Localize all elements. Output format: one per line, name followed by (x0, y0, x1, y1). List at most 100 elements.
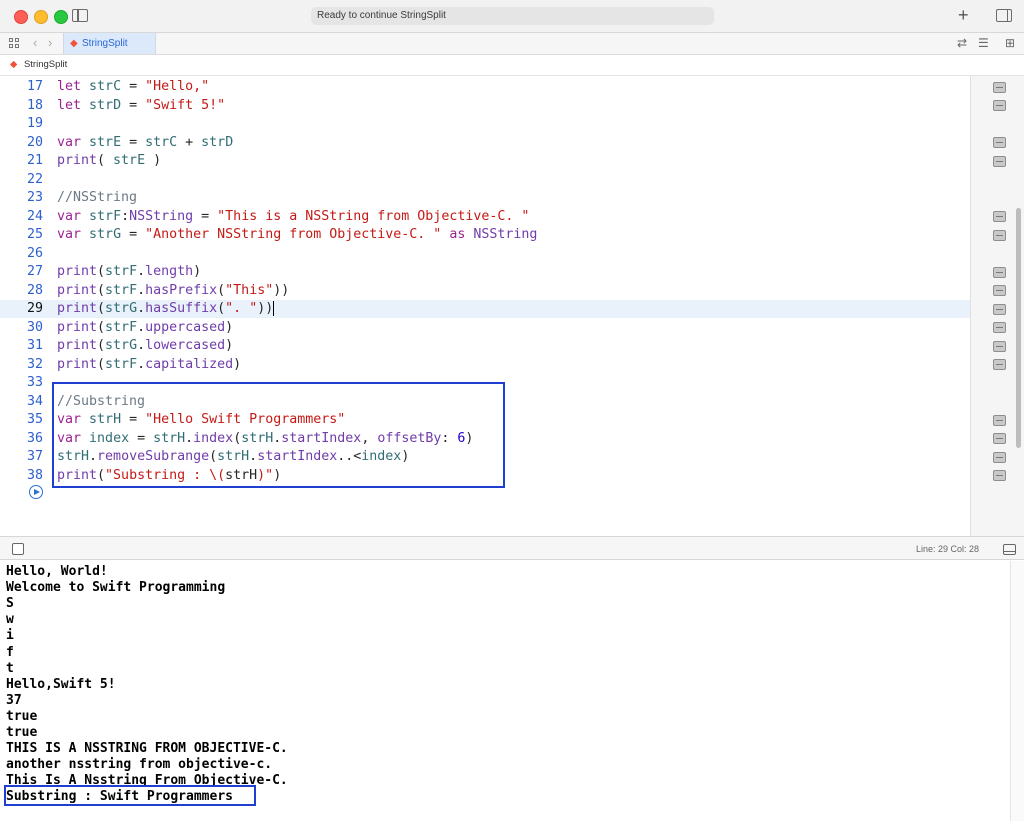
console-line: true (6, 725, 38, 740)
console-line: w (6, 612, 14, 628)
code-line[interactable]: 22 (0, 171, 970, 189)
code-line[interactable]: 24 var strF:NSString = "This is a NSStrin… (0, 208, 970, 226)
add-icon[interactable]: + (958, 5, 969, 25)
line-number: 28 (26, 282, 43, 298)
split-editor-icon[interactable]: ⊞ (1005, 36, 1015, 50)
code-text: print(strG.hasSuffix(". ")) (57, 300, 275, 316)
console-line: i (6, 628, 14, 644)
swift-icon: ◆ (70, 38, 78, 49)
show-result-button[interactable] (993, 285, 1006, 296)
console-line: another nsstring from objective-c. (6, 757, 273, 773)
console-line: true (6, 708, 38, 724)
code-text: var strF:NSString = "This is a NSString … (57, 208, 530, 224)
code-text: print(strF.capitalized) (57, 356, 242, 372)
tab-label: StringSplit (82, 38, 128, 49)
related-items-icon[interactable] (9, 38, 19, 48)
inspector-toggle-icon[interactable] (996, 9, 1012, 22)
line-number: 17 (26, 79, 43, 94)
debug-bar: Line: 29 Col: 28 (0, 536, 1024, 560)
code-editor[interactable]: 17 let strC = "Hello," 18 let strD = "Swift… (0, 76, 1024, 536)
breadcrumb[interactable]: StringSplit (24, 59, 67, 70)
show-result-button[interactable] (993, 322, 1006, 333)
show-result-button[interactable] (993, 340, 1006, 352)
line-number: 22 (26, 171, 43, 187)
show-result-button[interactable] (993, 414, 1006, 426)
line-number: 34 (26, 393, 43, 409)
console-line: THIS IS A NSSTRING FROM OBJECTIVE-C. (6, 741, 288, 757)
show-result-button[interactable] (993, 266, 1006, 278)
text-cursor (273, 300, 275, 316)
line-number: 29 (26, 301, 43, 316)
back-arrow-icon[interactable]: ‹ (33, 35, 37, 50)
editor-options-icon[interactable]: ☰ (978, 36, 989, 50)
line-number: 18 (26, 97, 43, 113)
show-result-button[interactable] (993, 359, 1006, 370)
code-line[interactable]: 27 print(strF.length) (0, 263, 970, 281)
line-number: 30 (26, 319, 43, 335)
code-line[interactable]: 18 let strD = "Swift 5!" (0, 97, 970, 115)
show-result-button[interactable] (993, 303, 1006, 315)
run-playground-icon[interactable] (29, 485, 43, 499)
console-line: t (6, 660, 14, 676)
show-result-button[interactable] (993, 100, 1006, 111)
code-text: print(strF.length) (57, 264, 202, 279)
show-result-button[interactable] (993, 137, 1006, 148)
code-text: var strG = "Another NSString from Object… (57, 227, 538, 242)
show-result-button[interactable] (993, 229, 1006, 241)
line-number: 23 (26, 190, 43, 205)
tab-bar: ‹ › ◆ StringSplit ⇄ ☰ ⊞ (0, 33, 1024, 55)
line-number: 35 (26, 412, 43, 427)
minimize-window-button[interactable] (34, 10, 48, 24)
code-line[interactable]: 31 print(strG.lowercased) (0, 337, 970, 355)
show-result-button[interactable] (993, 451, 1006, 463)
activity-status: Ready to continue StringSplit (311, 7, 714, 25)
console-line: Hello,Swift 5! (6, 676, 116, 692)
swap-icon[interactable]: ⇄ (957, 36, 967, 50)
show-result-button[interactable] (993, 433, 1006, 444)
console-toggle-icon[interactable] (1003, 544, 1016, 555)
show-result-button[interactable] (993, 81, 1006, 93)
show-result-button[interactable] (993, 211, 1006, 222)
console-output[interactable]: Hello, World! Welcome to Swift Programmin… (0, 561, 1010, 821)
hide-debug-area-icon[interactable] (12, 543, 24, 555)
tab-stringsplit[interactable]: ◆ StringSplit (63, 33, 156, 54)
line-number: 37 (26, 449, 43, 464)
code-text: var strE = strC + strD (57, 134, 234, 150)
jump-bar[interactable]: ◆ StringSplit (0, 55, 1024, 76)
code-line[interactable]: 29 print(strG.hasSuffix(". ")) (0, 300, 970, 318)
code-line[interactable]: 25 var strG = "Another NSString from Obje… (0, 226, 970, 244)
code-line[interactable]: 28 print(strF.hasPrefix("This")) (0, 282, 970, 300)
code-text: let strC = "Hello," (57, 79, 210, 94)
line-number: 32 (26, 356, 43, 372)
line-number: 26 (26, 245, 43, 261)
forward-arrow-icon[interactable]: › (48, 35, 52, 50)
code-text: let strD = "Swift 5!" (57, 97, 226, 113)
code-line[interactable]: 32 print(strF.capitalized) (0, 356, 970, 374)
zoom-window-button[interactable] (54, 10, 68, 24)
show-result-button[interactable] (993, 470, 1006, 481)
code-line[interactable]: 20 var strE = strC + strD (0, 134, 970, 152)
console-line: Hello, World! (6, 564, 108, 579)
code-line[interactable]: 17 let strC = "Hello," (0, 78, 970, 96)
code-line[interactable]: 21 print( strE ) (0, 152, 970, 170)
console-line: 37 (6, 692, 22, 708)
line-number: 36 (26, 430, 43, 446)
code-line[interactable]: 23 //NSString (0, 189, 970, 207)
navigator-toggle-icon[interactable] (72, 9, 88, 22)
editor-scrollbar[interactable] (1016, 208, 1021, 448)
console-scrollbar[interactable] (1010, 561, 1024, 821)
code-line[interactable]: 26 (0, 245, 970, 263)
line-number: 19 (26, 116, 43, 131)
show-result-button[interactable] (993, 155, 1006, 167)
code-line[interactable]: 30 print(strF.uppercased) (0, 319, 970, 337)
line-number: 25 (26, 227, 43, 242)
close-window-button[interactable] (14, 10, 28, 24)
console-line: S (6, 596, 14, 612)
line-number: 27 (26, 264, 43, 279)
line-number: 31 (26, 338, 43, 353)
title-bar: Ready to continue StringSplit + (0, 0, 1024, 33)
console-line: f (6, 644, 14, 660)
console-line: Welcome to Swift Programming (6, 580, 226, 596)
cursor-position: Line: 29 Col: 28 (916, 544, 980, 554)
code-line[interactable]: 19 (0, 115, 970, 133)
